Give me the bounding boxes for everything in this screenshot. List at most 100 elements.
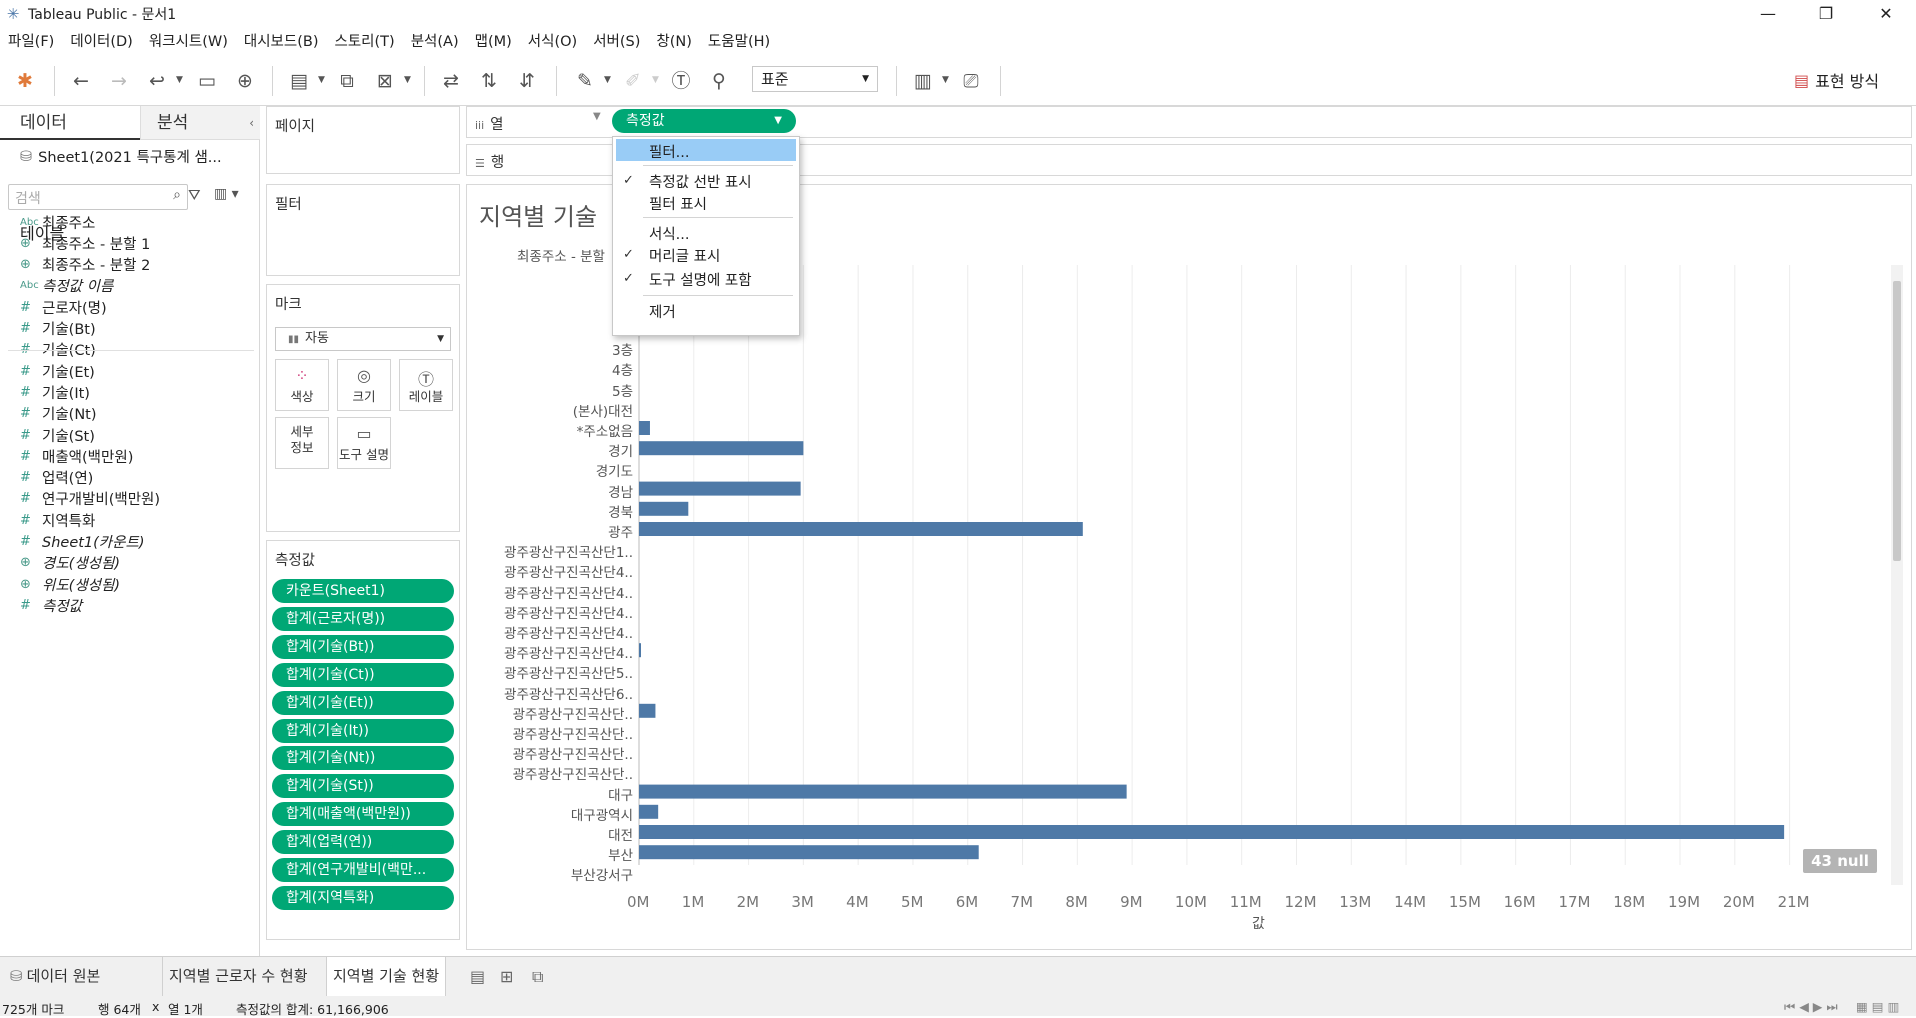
row-label[interactable]: 경북	[608, 501, 633, 521]
row-label[interactable]: 광주광산구진곡산단..	[513, 723, 633, 743]
null-indicator[interactable]: 43 null	[1803, 849, 1877, 873]
measure-pill[interactable]: 합계(기술(It))	[272, 718, 454, 743]
group-members-icon[interactable]: ✐	[620, 68, 646, 94]
menu-5[interactable]: 분석(A)	[403, 28, 467, 56]
measure-pill[interactable]: 합계(기술(Et))	[272, 690, 454, 715]
menu-item-show-measure-values-card[interactable]: 측정값 선반 표시	[649, 171, 752, 192]
bar[interactable]	[639, 501, 689, 516]
row-label[interactable]: 대구	[608, 784, 633, 804]
show-me-button[interactable]: ▤ 표현 방식	[1794, 68, 1879, 92]
vertical-scrollbar[interactable]	[1891, 265, 1903, 885]
bar[interactable]	[639, 845, 979, 860]
row-label[interactable]: 광주광산구진곡산단4..	[504, 622, 633, 642]
swap-icon[interactable]: ↩	[144, 68, 170, 94]
field-item[interactable]: # 측정값	[20, 593, 82, 617]
menu-6[interactable]: 맵(M)	[467, 28, 520, 56]
redo-icon[interactable]: →	[106, 68, 132, 94]
row-label[interactable]: 경남	[608, 481, 633, 501]
new-worksheet-icon[interactable]: ▤	[286, 68, 312, 94]
menu-4[interactable]: 스토리(T)	[326, 28, 402, 56]
row-label[interactable]: 부산	[608, 844, 633, 864]
tooltip-button[interactable]: ▭ 도구 설명	[337, 417, 391, 469]
minimize-icon[interactable]: —	[1740, 0, 1796, 28]
show-cards-icon[interactable]: ▥	[910, 68, 936, 94]
menu-item-show-filter[interactable]: 필터 표시	[649, 193, 707, 214]
row-label[interactable]: 광주광산구진곡산단..	[513, 703, 633, 723]
measure-pill[interactable]: 카운트(Sheet1)	[272, 579, 454, 603]
row-label[interactable]: 광주	[608, 521, 633, 541]
bar[interactable]	[639, 481, 801, 496]
row-label[interactable]: 부산강서구	[571, 864, 633, 884]
show-mark-labels-icon[interactable]: Ⓣ	[668, 68, 694, 94]
measure-pill[interactable]: 합계(근로자(명))	[272, 606, 454, 631]
menu-7[interactable]: 서식(O)	[520, 28, 585, 56]
menu-8[interactable]: 서버(S)	[585, 28, 648, 56]
tab-sheet-workers[interactable]: 지역별 근로자 수 현황	[162, 957, 314, 997]
row-label[interactable]: 광주광산구진곡산단6..	[504, 683, 633, 703]
bar[interactable]	[639, 784, 1127, 799]
row-label[interactable]: 대구광역시	[571, 804, 633, 824]
search-input[interactable]: 검색 ⌕	[8, 184, 188, 210]
menu-item-remove[interactable]: 제거	[649, 301, 676, 322]
menu-9[interactable]: 창(N)	[648, 28, 700, 56]
filter-icon[interactable]: ⛛	[188, 186, 201, 204]
sort-ascending-icon[interactable]: ⇅	[476, 68, 502, 94]
tableau-home-icon[interactable]: ✱	[12, 68, 38, 94]
menu-0[interactable]: 파일(F)	[0, 28, 62, 56]
menu-10[interactable]: 도움말(H)	[700, 28, 778, 56]
row-label[interactable]: 경기	[608, 440, 633, 460]
tab-data[interactable]: 데이터	[0, 106, 140, 140]
new-datasource-icon[interactable]: ⊕	[232, 68, 258, 94]
measure-pill[interactable]: 합계(기술(Bt))	[272, 634, 454, 659]
tab-analysis[interactable]: 분석 ‹	[140, 106, 260, 140]
fit-dropdown[interactable]: 표준 ▼	[752, 66, 878, 92]
bar[interactable]	[639, 804, 659, 819]
measure-pill[interactable]: 합계(기술(St))	[272, 774, 454, 799]
label-button[interactable]: Ⓣ 레이블	[399, 359, 453, 411]
measure-pill[interactable]: 합계(기술(Ct))	[272, 662, 454, 687]
measure-pill[interactable]: 합계(매출액(백만원))	[272, 802, 454, 827]
row-label[interactable]: 광주광산구진곡산단..	[513, 743, 633, 763]
menu-1[interactable]: 데이터(D)	[62, 28, 141, 56]
duplicate-sheet-icon[interactable]: ⧉	[334, 68, 360, 94]
sheet-nav-icon[interactable]: ⏮ ◀ ▶ ⏭	[1784, 999, 1838, 1015]
new-dashboard-icon[interactable]: ⊞	[500, 967, 513, 986]
columns-pill-measure-values[interactable]: 측정값 ▼	[612, 109, 796, 133]
row-label[interactable]: 광주광산구진곡산단4..	[504, 582, 633, 602]
scrollbar-thumb[interactable]	[1893, 281, 1901, 561]
sort-descending-icon[interactable]: ⇵	[514, 68, 540, 94]
bar[interactable]	[639, 703, 656, 718]
bar[interactable]	[639, 522, 1083, 536]
row-label[interactable]: 광주광산구진곡산단4..	[504, 561, 633, 581]
new-worksheet-icon[interactable]: ▤	[470, 967, 485, 986]
row-label[interactable]: 광주광산구진곡산단5..	[504, 662, 633, 682]
swap-rows-columns-icon[interactable]: ⇄	[438, 68, 464, 94]
undo-icon[interactable]: ←	[68, 68, 94, 94]
row-label[interactable]: 광주광산구진곡산단4..	[504, 642, 633, 662]
mark-type-dropdown[interactable]: ▮▮ 자동 ▼	[275, 327, 451, 351]
bar[interactable]	[639, 825, 1785, 839]
row-label[interactable]: 4층	[612, 359, 633, 379]
bar[interactable]	[639, 643, 641, 658]
menu-item-show-header[interactable]: 머리글 표시	[649, 245, 720, 266]
datasource-item[interactable]: ⛁ Sheet1(2021 특구통계 샘...	[20, 146, 222, 167]
save-icon[interactable]: ▭	[194, 68, 220, 94]
measure-pill[interactable]: 합계(지역특화)	[272, 885, 454, 910]
new-story-icon[interactable]: ⧉	[532, 967, 543, 987]
detail-button[interactable]: 세부 정보	[275, 417, 329, 469]
bar[interactable]	[639, 421, 650, 435]
fix-axes-icon[interactable]: ⚲	[706, 68, 732, 94]
menu-item-filter[interactable]: 필터...	[649, 141, 690, 162]
menu-item-include-in-tooltip[interactable]: 도구 설명에 포함	[649, 269, 752, 290]
row-label[interactable]: 광주광산구진곡산단4..	[504, 602, 633, 622]
pages-shelf[interactable]: 페이지	[266, 106, 460, 174]
view-toggle-icon[interactable]: ▦ ▤ ▥	[1856, 999, 1899, 1014]
menu-2[interactable]: 워크시트(W)	[141, 28, 236, 56]
filters-shelf[interactable]: 필터	[266, 184, 460, 276]
menu-3[interactable]: 대시보드(B)	[236, 28, 327, 56]
row-label[interactable]: (본사)대전	[573, 400, 633, 420]
tab-data-source[interactable]: ⛁ 데이터 원본	[4, 957, 106, 997]
row-label[interactable]: 3층	[612, 339, 633, 359]
highlight-icon[interactable]: ✎	[572, 68, 598, 94]
row-label[interactable]: *주소없음	[577, 420, 633, 440]
